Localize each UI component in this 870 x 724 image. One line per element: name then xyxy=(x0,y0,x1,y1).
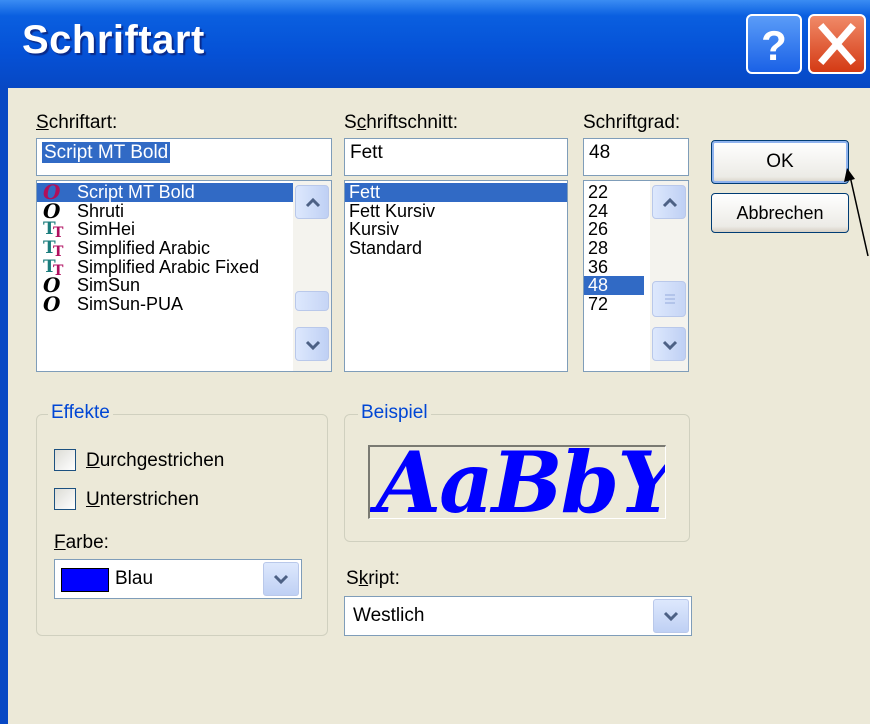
sample-text: AaBbYyZz xyxy=(376,445,665,519)
font-dialog: Schriftart ? Schriftart: Script MT Bold … xyxy=(0,0,870,724)
font-label: Schriftart: xyxy=(36,112,118,133)
close-icon xyxy=(818,23,856,65)
list-item[interactable]: 22 xyxy=(584,183,644,202)
list-item-label: Simplified Arabic Fixed xyxy=(77,256,260,277)
list-item[interactable]: 36 xyxy=(584,256,644,277)
list-item-label: Simplified Arabic xyxy=(77,238,211,259)
list-item[interactable]: 72 xyxy=(584,295,644,314)
script-value: Westlich xyxy=(353,605,425,626)
scroll-down-button[interactable] xyxy=(652,327,686,361)
style-input[interactable]: Fett xyxy=(344,138,568,176)
question-mark-icon: ? xyxy=(761,22,787,69)
list-item[interactable]: 24 xyxy=(584,200,644,221)
list-item-label: SimSun xyxy=(77,275,141,296)
style-list[interactable]: Fett Fett Kursiv Kursiv Standard xyxy=(344,180,568,372)
list-item-label: Kursiv xyxy=(349,219,400,240)
effects-legend: Effekte xyxy=(48,402,113,424)
effects-group xyxy=(36,414,328,636)
list-item[interactable]: Fett Kursiv xyxy=(345,200,567,221)
sample-preview: AaBbYyZz xyxy=(368,445,666,519)
script-dropdown-button[interactable] xyxy=(653,599,689,633)
title-bar[interactable]: Schriftart ? xyxy=(0,0,870,88)
font-list-scrollbar[interactable] xyxy=(293,181,331,371)
strikethrough-label[interactable]: Durchgestrichen xyxy=(86,450,224,472)
color-swatch xyxy=(61,568,109,592)
scroll-down-button[interactable] xyxy=(295,327,329,361)
list-item-label: 48 xyxy=(588,275,609,296)
style-label: Schriftschnitt: xyxy=(344,112,459,133)
list-item[interactable]: O Shruti xyxy=(37,198,331,223)
size-input[interactable]: 48 xyxy=(583,138,689,176)
list-item[interactable]: T T Simplified Arabic xyxy=(37,238,331,261)
list-item[interactable]: 26 xyxy=(584,220,644,239)
underline-checkbox[interactable] xyxy=(54,488,76,510)
strikethrough-checkbox[interactable] xyxy=(54,449,76,471)
color-dropdown-button[interactable] xyxy=(263,562,299,596)
svg-text:?: ? xyxy=(761,22,787,69)
list-item-label: SimSun-PUA xyxy=(77,294,184,315)
opentype-icon: O xyxy=(43,292,61,317)
scroll-up-button[interactable] xyxy=(652,185,686,219)
cancel-button[interactable]: Abbrechen xyxy=(711,193,849,233)
grip-icon xyxy=(665,294,675,304)
scroll-thumb[interactable] xyxy=(652,281,686,317)
opentype-icon: O xyxy=(43,198,61,223)
size-list-scrollbar[interactable] xyxy=(650,181,688,371)
list-item-label: 36 xyxy=(588,256,609,277)
size-label: Schriftgrad: xyxy=(583,112,681,133)
ok-button[interactable]: OK xyxy=(711,140,849,184)
script-label: Skript: xyxy=(346,568,400,589)
list-item[interactable]: Standard xyxy=(345,239,567,258)
color-select[interactable]: Blau xyxy=(54,559,302,599)
chevron-down-icon xyxy=(662,340,678,351)
list-item[interactable]: O SimSun-PUA xyxy=(37,292,331,317)
list-item-label: 28 xyxy=(588,238,609,259)
list-item-label: 26 xyxy=(588,219,609,240)
window-frame-left xyxy=(0,88,8,724)
script-select[interactable]: Westlich xyxy=(344,596,692,636)
list-item[interactable]: 48 xyxy=(584,275,644,296)
list-item-label: Shruti xyxy=(77,200,125,221)
chevron-up-icon xyxy=(305,197,321,208)
font-input[interactable]: Script MT Bold xyxy=(36,138,332,176)
font-list[interactable]: O Script MT Bold O Shruti T T SimHei T T Simplifi… xyxy=(36,180,332,372)
arrow-pointer-icon xyxy=(844,168,869,257)
underline-label[interactable]: Unterstrichen xyxy=(86,489,199,511)
list-item[interactable]: 28 xyxy=(584,239,644,258)
list-item-label: Script MT Bold xyxy=(77,182,195,202)
list-item[interactable]: Fett xyxy=(345,183,567,202)
color-value: Blau xyxy=(115,568,154,589)
truetype-icon: TT xyxy=(43,238,64,261)
close-button[interactable] xyxy=(808,14,866,74)
scroll-up-button[interactable] xyxy=(295,185,329,219)
list-item-label: 22 xyxy=(588,182,609,202)
list-item[interactable]: O SimSun xyxy=(37,275,331,296)
list-item[interactable]: Kursiv xyxy=(345,220,567,239)
size-list[interactable]: 22 24 26 28 36 48 72 xyxy=(583,180,689,372)
chevron-down-icon xyxy=(663,611,679,622)
list-item-label: SimHei xyxy=(77,219,136,240)
chevron-down-icon xyxy=(273,574,289,585)
scroll-thumb[interactable] xyxy=(295,291,329,311)
chevron-down-icon xyxy=(305,340,321,351)
list-item-label: Standard xyxy=(349,238,423,259)
truetype-icon: TT xyxy=(43,219,64,242)
list-item-label: 72 xyxy=(588,294,609,315)
list-item-label: 24 xyxy=(588,200,609,221)
list-item[interactable]: T T SimHei xyxy=(37,219,331,242)
color-label: Farbe: xyxy=(54,532,109,553)
list-item[interactable]: T T Simplified Arabic Fixed xyxy=(37,256,331,279)
list-item[interactable]: O Script MT Bold xyxy=(37,182,331,202)
chevron-up-icon xyxy=(662,197,678,208)
list-item-label: Fett Kursiv xyxy=(349,200,436,221)
help-button[interactable]: ? xyxy=(746,14,802,74)
sample-legend: Beispiel xyxy=(358,402,431,424)
window-title: Schriftart xyxy=(22,18,205,62)
list-item-label: Fett xyxy=(349,182,381,202)
